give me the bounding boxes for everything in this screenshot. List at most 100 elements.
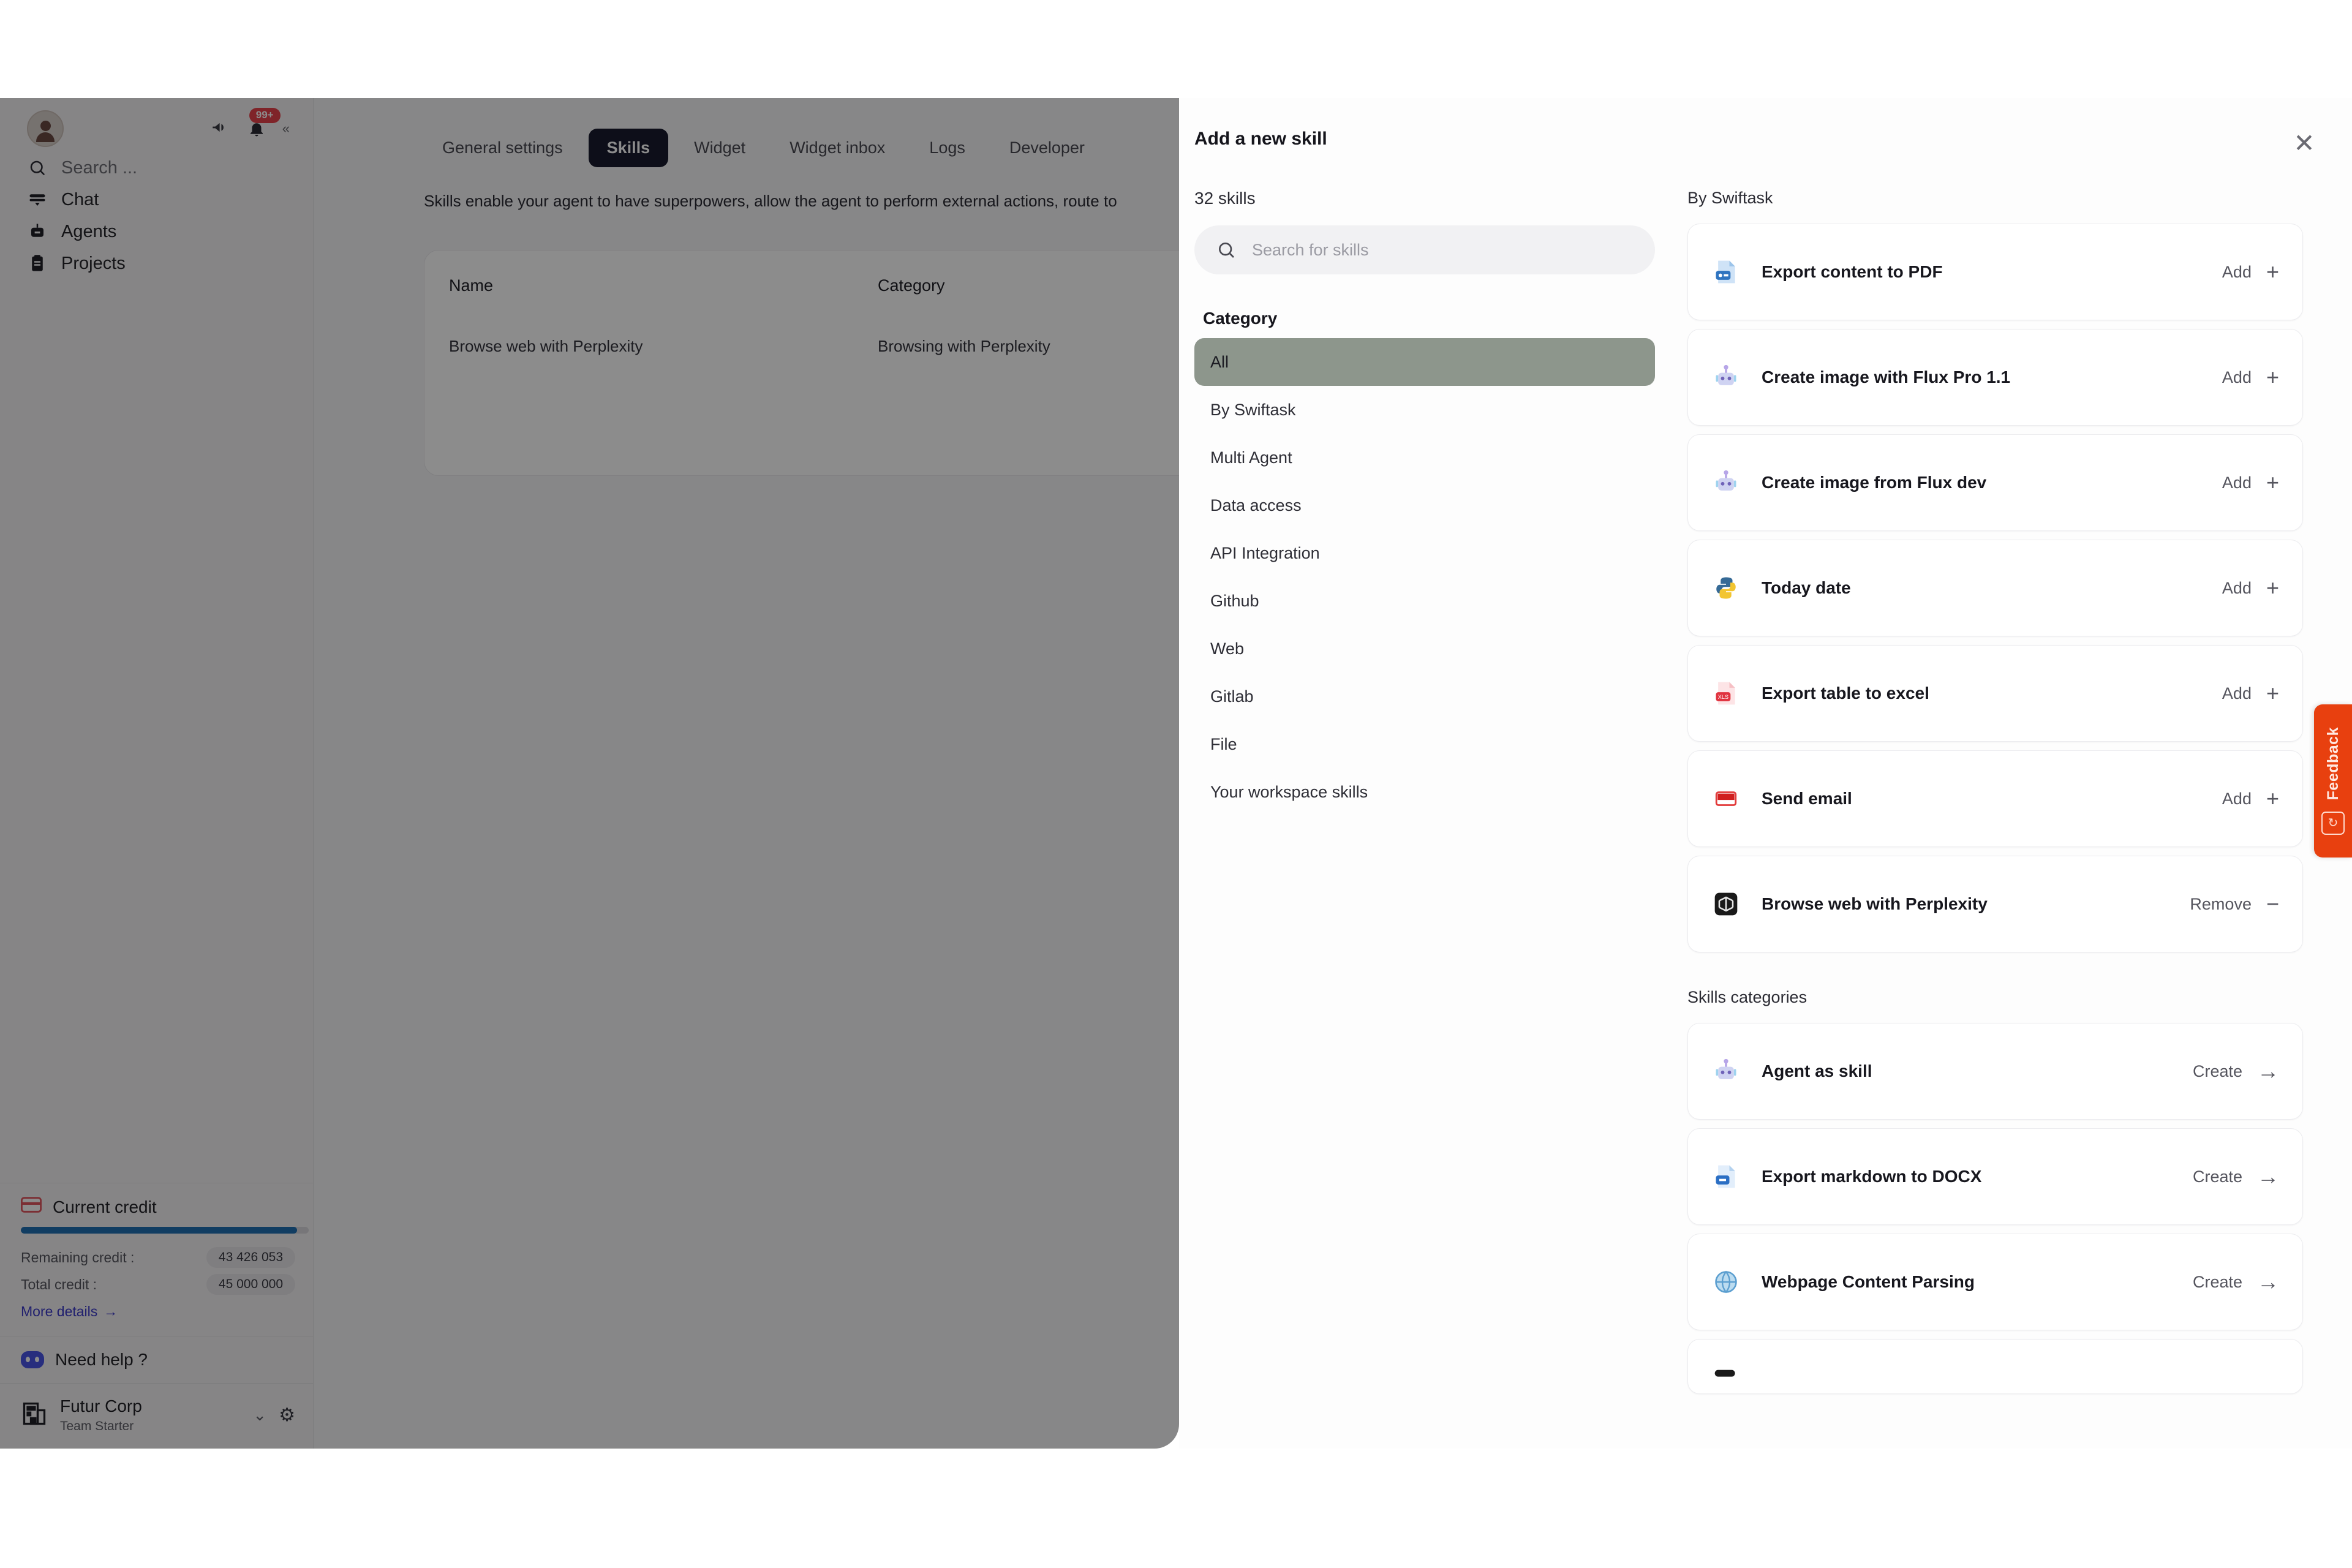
skill-card-agent-as-skill[interactable]: Agent as skill Create → <box>1687 1023 2303 1120</box>
notification-badge: 99+ <box>249 108 281 123</box>
skill-card-partial-next[interactable] <box>1687 1339 2303 1394</box>
globe-icon <box>1711 1267 1741 1297</box>
total-credit-value: 45 000 000 <box>206 1274 295 1295</box>
add-button[interactable]: Add + <box>2222 366 2279 388</box>
category-item-all[interactable]: All <box>1194 338 1655 386</box>
add-button[interactable]: Add + <box>2222 472 2279 494</box>
notification-bell-icon[interactable]: 99+ <box>244 108 281 141</box>
skill-card-today-date[interactable]: Today date Add + <box>1687 540 2303 636</box>
search-input[interactable] <box>1251 239 1634 260</box>
sidebar-item-chat[interactable]: Chat <box>0 184 313 216</box>
feedback-icon: ↻ <box>2321 811 2345 835</box>
announcement-icon[interactable] <box>210 117 231 141</box>
modal-body: 32 skills Category All By Swiftask Multi… <box>1179 132 2352 1394</box>
section-heading-by-swiftask: By Swiftask <box>1687 189 1773 207</box>
table-header-row: Name Category <box>424 251 1179 320</box>
python-icon <box>1711 573 1741 603</box>
cell-category: Browsing with Perplexity <box>878 337 1050 355</box>
sidebar-item-projects[interactable]: Projects <box>0 247 313 279</box>
sidebar-footer: Current credit Remaining credit : 43 426… <box>0 1183 314 1449</box>
plus-icon: + <box>2266 259 2279 284</box>
category-item-data-access[interactable]: Data access <box>1194 481 1655 529</box>
org-plan: Team Starter <box>60 1419 134 1433</box>
sidebar-header: 99+ « <box>0 98 313 147</box>
need-help-item[interactable]: Need help ? <box>0 1336 314 1383</box>
skill-name: Agent as skill <box>1762 1061 1872 1080</box>
add-label: Add <box>2222 368 2252 386</box>
search-icon <box>1215 239 1237 261</box>
arrow-right-icon: → <box>104 1303 118 1320</box>
category-item-api-integration[interactable]: API Integration <box>1194 529 1655 577</box>
gear-icon[interactable]: ⚙ <box>279 1404 295 1426</box>
create-label: Create <box>2192 1272 2242 1291</box>
skill-card-export-content-to-pdf[interactable]: Export content to PDF Add + <box>1687 224 2303 320</box>
sidebar-item-agents[interactable]: Agents <box>0 216 313 247</box>
feedback-tab[interactable]: Feedback ↻ <box>2314 704 2352 858</box>
category-item-your-workspace-skills[interactable]: Your workspace skills <box>1194 768 1655 816</box>
create-button[interactable]: Create → <box>2193 1166 2279 1188</box>
add-label: Add <box>2222 473 2252 492</box>
tab-widget-inbox[interactable]: Widget inbox <box>771 129 903 167</box>
avatar[interactable] <box>27 110 64 147</box>
remove-button[interactable]: Remove − <box>2190 893 2279 915</box>
add-button[interactable]: Add + <box>2222 577 2279 599</box>
arrow-right-icon: → <box>2257 1164 2279 1189</box>
category-item-file[interactable]: File <box>1194 720 1655 768</box>
remove-label: Remove <box>2190 894 2252 913</box>
perplexity-icon <box>1711 889 1741 919</box>
tab-logs[interactable]: Logs <box>911 129 984 167</box>
robot-art-icon <box>1711 468 1741 497</box>
credit-panel: Current credit Remaining credit : 43 426… <box>0 1183 314 1336</box>
skill-card-webpage-content-parsing[interactable]: Webpage Content Parsing Create → <box>1687 1234 2303 1330</box>
skill-name: Create image from Flux dev <box>1762 473 1987 492</box>
cell-name: Browse web with Perplexity <box>449 337 643 355</box>
category-item-web[interactable]: Web <box>1194 625 1655 673</box>
skill-card-create-image-with-flux-pro[interactable]: Create image with Flux Pro 1.1 Add + <box>1687 329 2303 426</box>
skill-card-export-markdown-to-docx[interactable]: Export markdown to DOCX Create → <box>1687 1128 2303 1225</box>
pdf-file-icon <box>1711 257 1741 287</box>
sidebar-item-search[interactable]: Search ... <box>0 152 313 184</box>
remaining-credit-label: Remaining credit : <box>21 1249 135 1265</box>
skills-table: Name Category Browse web with Perplexity… <box>424 250 1179 476</box>
skill-card-export-table-to-excel[interactable]: XLS Export table to excel Add + <box>1687 645 2303 742</box>
org-switcher[interactable]: Futur Corp Team Starter ⌄ ⚙ <box>0 1383 314 1449</box>
collapse-sidebar-icon[interactable]: « <box>282 121 290 137</box>
add-button[interactable]: Add + <box>2222 682 2279 704</box>
category-item-by-swiftask[interactable]: By Swiftask <box>1194 386 1655 434</box>
tab-general-settings[interactable]: General settings <box>424 129 581 167</box>
plus-icon: + <box>2266 786 2279 811</box>
more-details-link[interactable]: More details → <box>21 1303 295 1320</box>
skill-name: Export table to excel <box>1762 684 1929 703</box>
category-item-gitlab[interactable]: Gitlab <box>1194 673 1655 720</box>
create-button[interactable]: Create → <box>2193 1060 2279 1082</box>
search-skills-field[interactable] <box>1194 225 1655 274</box>
tab-widget[interactable]: Widget <box>676 129 764 167</box>
add-button[interactable]: Add + <box>2222 261 2279 283</box>
table-row[interactable]: Browse web with Perplexity Browsing with… <box>424 320 1179 382</box>
tab-developer[interactable]: Developer <box>991 129 1103 167</box>
category-item-multi-agent[interactable]: Multi Agent <box>1194 434 1655 481</box>
add-button[interactable]: Add + <box>2222 788 2279 810</box>
skill-name: Webpage Content Parsing <box>1762 1272 1975 1291</box>
skill-card-browse-web-with-perplexity[interactable]: Browse web with Perplexity Remove − <box>1687 856 2303 952</box>
modal-left-column: 32 skills Category All By Swiftask Multi… <box>1179 132 1669 1394</box>
chevron-down-icon[interactable]: ⌄ <box>253 1406 266 1425</box>
chat-icon <box>27 189 48 210</box>
category-item-github[interactable]: Github <box>1194 577 1655 625</box>
column-header-category: Category <box>878 276 945 295</box>
close-icon[interactable]: ✕ <box>2287 126 2321 160</box>
add-label: Add <box>2222 684 2252 703</box>
tab-skills[interactable]: Skills <box>588 129 669 167</box>
skill-card-send-email[interactable]: Send email Add + <box>1687 750 2303 847</box>
email-icon <box>1711 784 1741 813</box>
svg-text:XLS: XLS <box>1718 694 1728 700</box>
create-button[interactable]: Create → <box>2193 1271 2279 1293</box>
section-heading-skills-categories: Skills categories <box>1687 988 1807 1006</box>
rows-per-page-label[interactable]: Rows per page <box>424 382 1179 475</box>
search-icon <box>27 157 48 178</box>
total-credit-row: Total credit : 45 000 000 <box>21 1274 295 1295</box>
skill-card-create-image-from-flux-dev[interactable]: Create image from Flux dev Add + <box>1687 434 2303 531</box>
skills-description: Skills enable your agent to have superpo… <box>424 192 1117 210</box>
robot-art-icon <box>1711 1057 1741 1086</box>
sidebar-nav: Search ... Chat Agents Projects <box>0 136 313 279</box>
